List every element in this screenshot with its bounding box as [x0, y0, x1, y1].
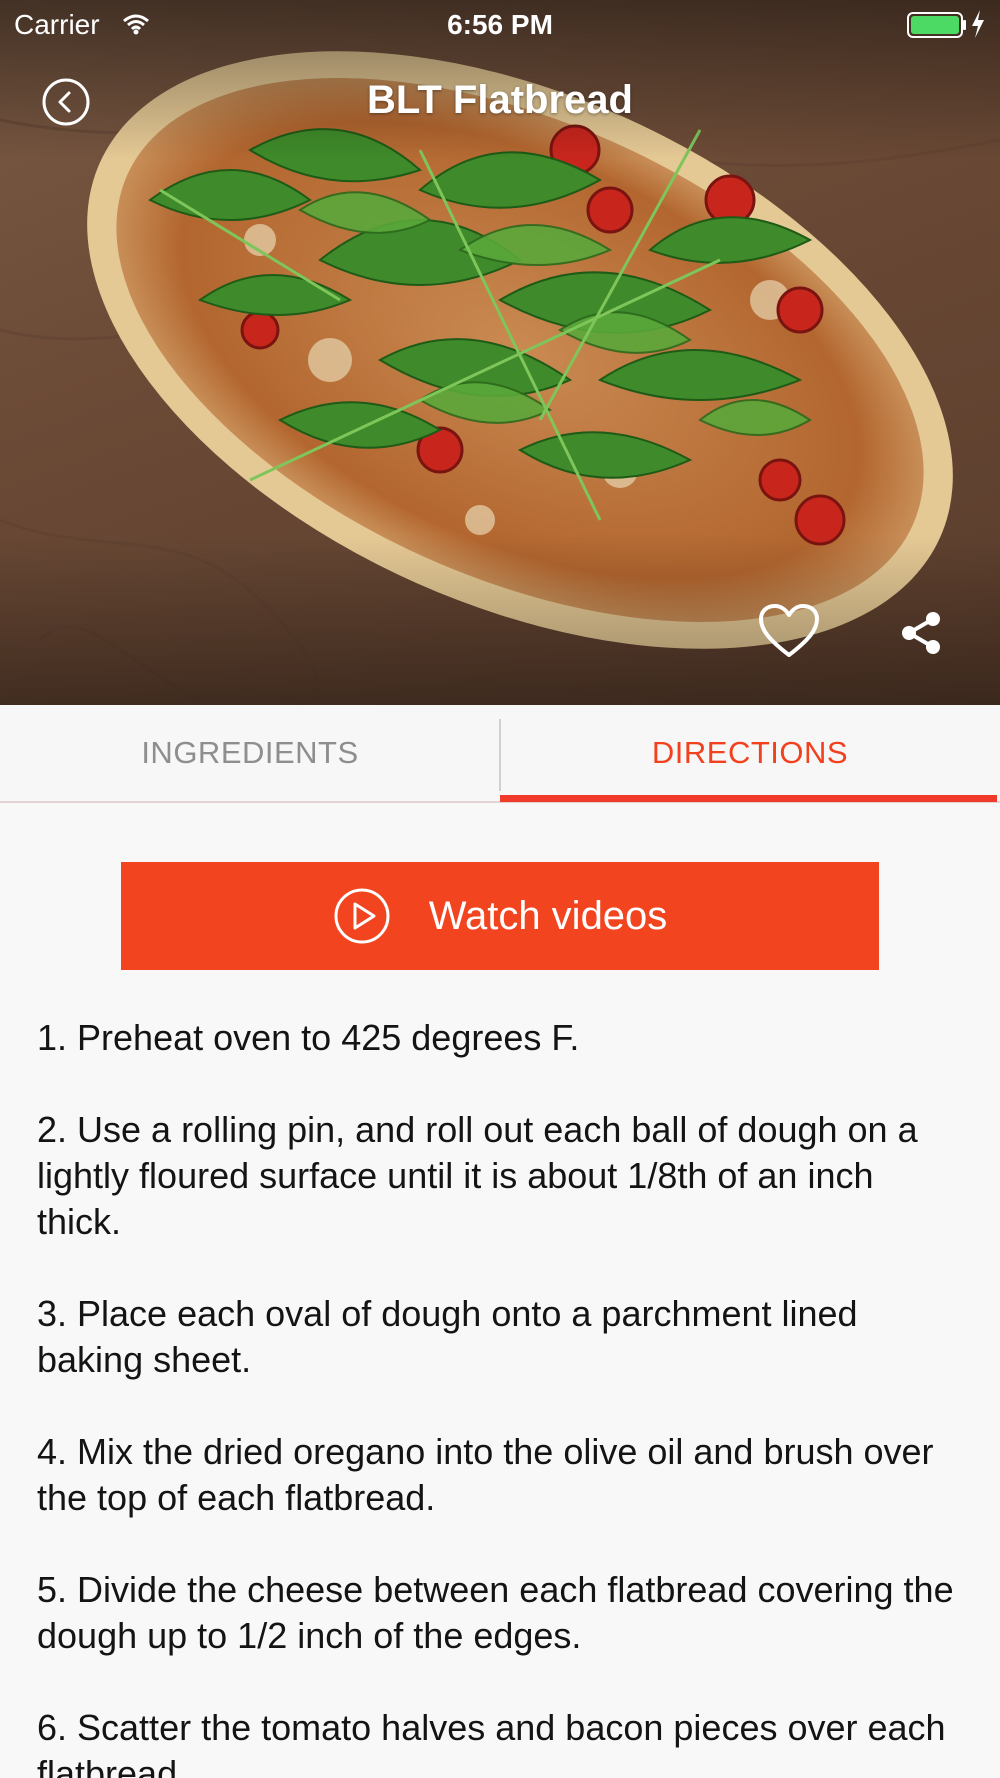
- heart-icon: [759, 604, 819, 657]
- watch-videos-label: Watch videos: [428, 893, 668, 938]
- watch-videos-button[interactable]: Watch videos: [121, 862, 879, 970]
- direction-step: 1. Preheat oven to 425 degrees F.: [37, 1017, 580, 1058]
- direction-step: 6. Scatter the tomato halves and bacon p…: [37, 1707, 946, 1778]
- play-circle-icon: [334, 888, 390, 944]
- tab-selected-indicator: [500, 795, 997, 802]
- status-time: 6:56 PM: [447, 9, 553, 40]
- direction-step: 3. Place each oval of dough onto a parch…: [37, 1293, 858, 1380]
- direction-step: 5. Divide the cheese between each flatbr…: [37, 1569, 954, 1656]
- tab-ingredients[interactable]: INGREDIENTS: [0, 705, 500, 801]
- battery-icon: [907, 12, 967, 45]
- hero-bottom-shade: [0, 535, 1000, 705]
- tab-directions[interactable]: DIRECTIONS: [500, 705, 1000, 801]
- bolt-icon: [970, 10, 986, 45]
- status-bar: Carrier 6:56 PM: [0, 0, 1000, 50]
- page-title: BLT Flatbread: [367, 78, 633, 122]
- direction-step: 2. Use a rolling pin, and roll out each …: [37, 1109, 918, 1242]
- favorite-button[interactable]: [758, 603, 820, 659]
- recipe-screen: Carrier 6:56 PM BLT Flatbread INGREDIENT…: [0, 0, 1000, 1778]
- direction-step: 4. Mix the dried oregano into the olive …: [37, 1431, 934, 1518]
- share-icon: [902, 612, 940, 654]
- directions-list: 1. Preheat oven to 425 degrees F. 2. Use…: [37, 1015, 967, 1778]
- share-button[interactable]: [898, 610, 944, 656]
- recipe-tabs: INGREDIENTS DIRECTIONS: [0, 705, 1000, 803]
